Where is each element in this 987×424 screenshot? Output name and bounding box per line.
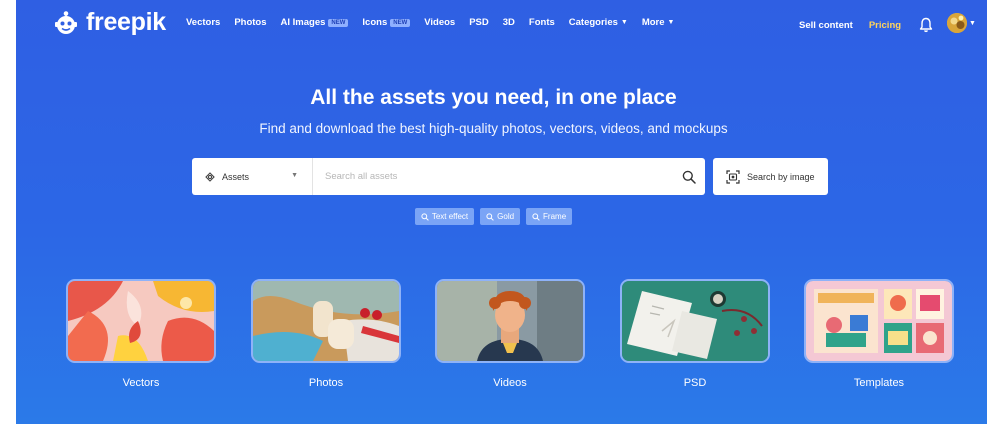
chevron-down-icon: ▼ xyxy=(620,19,628,26)
hero-subtitle: Find and download the best high-quality … xyxy=(259,121,728,136)
search-suggestions: Text effect Gold Frame xyxy=(16,208,987,225)
nav-psd[interactable]: PSD xyxy=(469,17,489,28)
freepik-logo[interactable]: freepik xyxy=(53,8,166,37)
psd-thumbnail xyxy=(622,281,768,361)
main-nav: Vectors Photos AI Images NEW Icons NEW Vid… xyxy=(186,17,688,28)
nav-label: AI Images xyxy=(280,17,326,28)
nav-icons[interactable]: Icons NEW xyxy=(362,17,411,28)
suggestion-label: Frame xyxy=(543,212,567,221)
category-card-templates[interactable] xyxy=(804,279,954,363)
templates-thumbnail xyxy=(806,281,952,361)
nav-categories[interactable]: Categories ▼ xyxy=(569,17,628,28)
category-card-videos[interactable] xyxy=(435,279,585,363)
vectors-thumbnail xyxy=(68,281,214,361)
search-icon xyxy=(486,212,494,221)
asset-type-dropdown[interactable]: Assets ▼ xyxy=(192,158,313,195)
nav-fonts[interactable]: Fonts xyxy=(529,17,555,28)
nav-label: Vectors xyxy=(186,17,221,28)
category-card-photos[interactable] xyxy=(251,279,401,363)
chevron-down-icon: ▼ xyxy=(667,19,675,26)
nav-vectors[interactable]: Vectors xyxy=(186,17,220,28)
suggestion-chip[interactable]: Text effect xyxy=(414,208,475,225)
category-card-psd[interactable] xyxy=(620,279,770,363)
nav-label: More xyxy=(641,17,665,28)
category-card-vectors[interactable] xyxy=(66,279,216,363)
category-label[interactable]: PSD xyxy=(620,377,770,389)
category-label[interactable]: Vectors xyxy=(66,377,216,389)
search-input[interactable] xyxy=(313,158,673,195)
nav-photos[interactable]: Photos xyxy=(234,17,266,28)
asset-type-label: Assets xyxy=(222,171,250,182)
category-label[interactable]: Photos xyxy=(251,377,401,389)
suggestion-label: Gold xyxy=(497,212,515,221)
nav-label: Photos xyxy=(234,17,267,28)
search-by-image-button[interactable]: Search by image xyxy=(713,158,828,195)
nav-ai-images[interactable]: AI Images NEW xyxy=(281,17,349,28)
top-navigation: freepik Vectors Photos AI Images NEW Icon… xyxy=(16,0,987,48)
brand-name: freepik xyxy=(86,8,166,36)
suggestion-chip[interactable]: Frame xyxy=(526,208,573,225)
image-search-icon xyxy=(726,169,740,184)
nav-3d[interactable]: 3D xyxy=(503,17,515,28)
category-label[interactable]: Templates xyxy=(804,377,954,389)
chevron-down-icon: ▼ xyxy=(291,172,298,179)
pricing-link[interactable]: Pricing xyxy=(869,20,901,31)
bell-icon[interactable] xyxy=(919,17,933,33)
hero-title: All the assets you need, in one place xyxy=(310,86,677,109)
search-button[interactable] xyxy=(673,158,705,195)
nav-label: Videos xyxy=(424,17,456,28)
freepik-logo-icon xyxy=(55,10,77,34)
search-icon xyxy=(421,212,429,221)
photos-thumbnail xyxy=(253,281,399,361)
nav-videos[interactable]: Videos xyxy=(424,17,455,28)
avatar[interactable] xyxy=(947,12,968,33)
nav-label: Fonts xyxy=(528,17,555,28)
search-bar: Assets ▼ xyxy=(192,158,705,195)
search-icon xyxy=(532,212,540,221)
search-icon xyxy=(682,170,696,184)
avatar-image-icon xyxy=(947,12,968,33)
nav-label: 3D xyxy=(502,17,515,28)
search-by-image-label: Search by image xyxy=(747,171,815,182)
new-badge: NEW xyxy=(328,18,349,27)
new-badge: NEW xyxy=(390,18,411,27)
hero-section: freepik Vectors Photos AI Images NEW Icon… xyxy=(16,0,987,424)
category-label[interactable]: Videos xyxy=(435,377,585,389)
suggestion-chip[interactable]: Gold xyxy=(480,208,521,225)
nav-label: Icons xyxy=(362,17,388,28)
nav-more[interactable]: More ▼ xyxy=(642,17,675,28)
nav-label: Categories xyxy=(568,17,618,28)
suggestion-label: Text effect xyxy=(431,212,469,221)
chevron-down-icon[interactable]: ▼ xyxy=(969,20,976,27)
nav-right: Sell content Pricing ▼ xyxy=(799,12,976,33)
sell-content-link[interactable]: Sell content xyxy=(799,20,853,31)
videos-thumbnail xyxy=(437,281,583,361)
assets-icon xyxy=(205,171,215,182)
nav-label: PSD xyxy=(469,17,489,28)
